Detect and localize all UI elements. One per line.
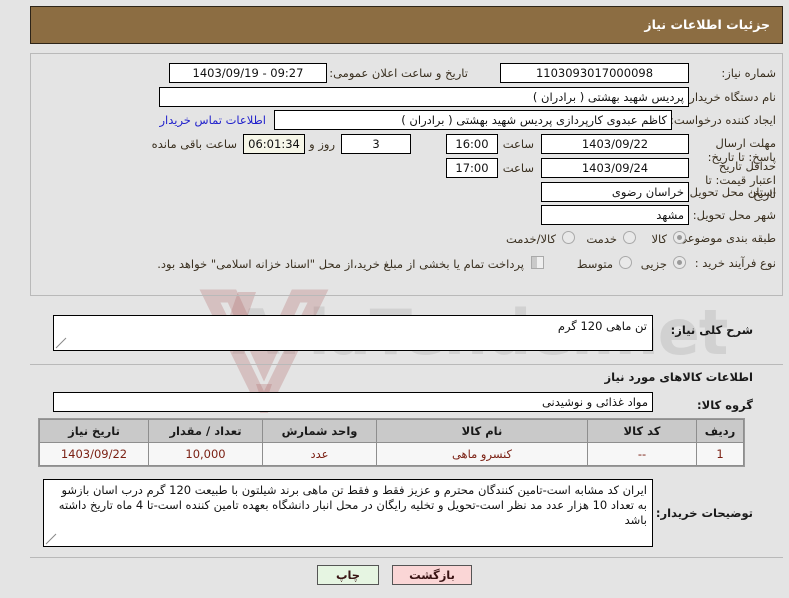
radio-category-khedmat[interactable] [623,231,636,244]
need-number-value[interactable]: 1103093017000098 [500,63,689,83]
category-option-2-label: کالا/خدمت [505,232,556,246]
cell-nam-kala: کنسرو ماهی [376,442,588,466]
cell-vahed: عدد [262,442,377,466]
radio-category-kala-khedmat[interactable] [562,231,575,244]
resize-grip-icon-notes[interactable] [45,533,57,545]
price-validity-date[interactable]: 1403/09/24 [541,158,689,178]
th-kod-kala: کد کالا [587,419,697,443]
radio-category-kala[interactable] [673,231,686,244]
cell-tarikh-niaz: 1403/09/22 [39,442,149,466]
page-title: جزئیات اطلاعات نیاز [644,17,770,32]
th-vahed: واحد شمارش [262,419,377,443]
table-row: 1 -- کنسرو ماهی عدد 10,000 1403/09/22 [39,442,744,466]
description-text: تن ماهی 120 گرم [557,319,647,333]
table-header-row: ردیف کد کالا نام کالا واحد شمارش تعداد /… [39,419,744,443]
city-label: شهر محل تحویل: [692,208,776,222]
th-tarikh-niaz: تاریخ نیاز [39,419,149,443]
process-option-0-label: جزیی [640,257,667,271]
cell-kod-kala: -- [587,442,697,466]
deadline-hour-label: ساعت [502,137,534,151]
price-validity-time[interactable]: 17:00 [446,158,498,178]
divider-1 [30,364,783,365]
goods-table-wrapper: ردیف کد کالا نام کالا واحد شمارش تعداد /… [38,418,745,467]
goods-group-value[interactable]: مواد غذائی و نوشیدنی [53,392,653,412]
print-button[interactable]: چاپ [317,565,380,585]
buyer-contact-link[interactable]: اطلاعات تماس خریدار [159,113,266,127]
need-details-panel: شماره نیاز: 1103093017000098 تاریخ و ساع… [30,53,783,296]
cell-radif: 1 [696,442,744,466]
announce-label: تاریخ و ساعت اعلان عمومی: [329,66,468,80]
deadline-date[interactable]: 1403/09/22 [541,134,689,154]
days-word-label: روز و [309,137,335,151]
province-label: استان محل تحویل: [685,185,776,199]
description-textarea[interactable]: تن ماهی 120 گرم [53,315,653,351]
process-option-1-label: متوسط [576,257,613,271]
buyer-notes-text: ایران کد مشابه است-تامین کنندگان محترم و… [58,483,647,527]
countdown-timer: 06:01:34 [243,134,305,154]
category-label: طبقه بندی موضوعی: [674,231,776,245]
back-button[interactable]: بازگشت [392,565,472,585]
deadline-time[interactable]: 16:00 [446,134,498,154]
goods-group-label: گروه کالا: [697,398,753,412]
category-option-1-label: خدمت [586,232,617,246]
buyer-org-value[interactable]: پردیس شهید بهشتی ( برادران ) [159,87,689,107]
treasury-checkbox-label: پرداخت تمام یا بخشی از مبلغ خرید،از محل … [157,257,524,271]
city-value[interactable]: مشهد [541,205,689,225]
radio-process-motavaset[interactable] [619,256,632,269]
resize-grip-icon[interactable] [55,337,67,349]
buyer-notes-textarea[interactable]: ایران کد مشابه است-تامین کنندگان محترم و… [43,479,653,547]
page-header: جزئیات اطلاعات نیاز [30,6,783,44]
th-nam-kala: نام کالا [376,419,588,443]
radio-process-jozii[interactable] [673,256,686,269]
buyer-org-label: نام دستگاه خریدار: [685,90,776,104]
province-value[interactable]: خراسان رضوی [541,182,689,202]
price-validity-hour-label: ساعت [502,161,534,175]
remaining-label: ساعت باقی مانده [151,137,237,151]
goods-table: ردیف کد کالا نام کالا واحد شمارش تعداد /… [39,419,744,466]
th-tedad: تعداد / مقدار [148,419,263,443]
button-bar: بازگشت چاپ [0,564,789,585]
buyer-notes-label: توضیحات خریدار: [655,506,753,520]
category-option-0-label: کالا [651,232,667,246]
creator-label: ایجاد کننده درخواست: [670,113,776,127]
creator-value[interactable]: کاظم عبدوی کارپردازی پردیس شهید بهشتی ( … [274,110,672,130]
need-number-label: شماره نیاز: [721,66,776,80]
days-remaining: 3 [341,134,411,154]
goods-section-title: اطلاعات کالاهای مورد نیاز [604,370,753,384]
cell-tedad: 10,000 [148,442,263,466]
treasury-checkbox[interactable] [531,256,544,269]
description-label: شرح کلی نیاز: [670,323,753,337]
process-label: نوع فرآیند خرید : [694,256,776,270]
page-root: AriaTender.net جزئیات اطلاعات نیاز شماره… [0,0,789,598]
th-radif: ردیف [696,419,744,443]
announce-value[interactable]: 09:27 - 1403/09/19 [169,63,327,83]
divider-2 [30,557,783,558]
